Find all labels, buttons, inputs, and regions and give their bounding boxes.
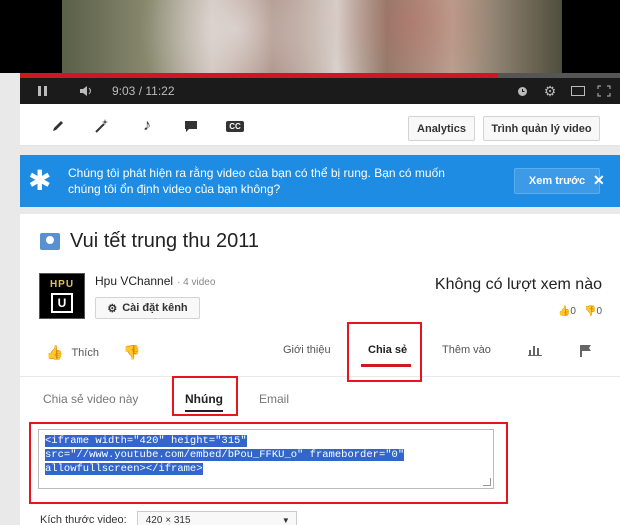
preview-button[interactable]: Xem trước [514, 168, 600, 194]
like-label: Thích [71, 346, 99, 359]
tab-add-to[interactable]: Thêm vào [442, 344, 491, 356]
resize-handle[interactable] [483, 478, 491, 486]
dislike-button[interactable]: 👎 [123, 344, 140, 361]
view-count: Không có lượt xem nào [434, 276, 602, 293]
gear-icon[interactable]: ⚙ [541, 78, 559, 104]
subtab-share-video[interactable]: Chia sẻ video này [43, 392, 138, 406]
thumb-down-icon: 👎 [583, 306, 597, 317]
avatar-logo-mark: U [51, 293, 73, 313]
time-current: 9:03 [112, 84, 136, 98]
subtab-email[interactable]: Email [259, 392, 289, 406]
close-icon[interactable]: ✕ [593, 172, 605, 189]
magic-wand-icon[interactable] [92, 116, 112, 136]
title-row: Vui tết trung thu 2011 [40, 230, 259, 252]
embed-code-line-2: src="//www.youtube.com/embed/bPou_FFKU_o… [45, 449, 405, 461]
video-size-value: 420 × 315 [145, 514, 191, 525]
subtab-embed[interactable]: Nhúng [185, 392, 223, 412]
music-note-icon[interactable]: ♪ [137, 116, 157, 136]
pencil-icon[interactable] [48, 116, 68, 136]
channel-settings-label: Cài đặt kênh [122, 302, 188, 314]
channel-avatar[interactable]: HPU U [39, 273, 85, 319]
channel-settings-button[interactable]: ⚙ Cài đặt kênh [95, 297, 200, 319]
video-owner-icon [40, 232, 60, 250]
video-count: · 4 video [177, 277, 216, 288]
thumb-down-icon: 👎 [123, 344, 141, 360]
edit-toolbar: ♪ CC Analytics Trình quản lý video [20, 104, 620, 146]
notice-message: Chúng tôi phát hiện ra rằng video của bạ… [68, 166, 445, 196]
video-size-select[interactable]: 420 × 315 ▼ [136, 511, 297, 525]
like-button[interactable]: 👍 Thích [46, 344, 99, 361]
video-details-card: Vui tết trung thu 2011 HPU U Hpu VChanne… [20, 214, 620, 525]
dislike-count: 0 [596, 306, 602, 317]
video-manager-button[interactable]: Trình quản lý video [483, 116, 600, 141]
channel-name[interactable]: Hpu VChannel [95, 274, 173, 288]
theater-icon[interactable] [569, 78, 587, 104]
embed-code-field[interactable]: <iframe width="420" height="315" src="//… [38, 429, 494, 489]
like-count: 0 [570, 306, 576, 317]
analytics-button[interactable]: Analytics [408, 116, 475, 141]
embed-code-line-3: allowfullscreen></iframe> [45, 463, 203, 475]
tab-share[interactable]: Chia sẻ [368, 344, 407, 356]
thumb-up-icon: 👍 [46, 344, 64, 360]
video-title: Vui tết trung thu 2011 [70, 229, 260, 252]
volume-icon[interactable] [75, 78, 99, 104]
channel-info: Hpu VChannel · 4 video [95, 274, 215, 288]
thumb-up-icon: 👍 [557, 306, 571, 317]
dislike-stat: 👎0 [584, 306, 602, 317]
video-frame[interactable] [0, 0, 620, 73]
clock-icon[interactable] [514, 78, 530, 104]
time-separator: / [135, 84, 146, 98]
video-thumbnail [62, 0, 562, 73]
video-size-row: Kích thước video: 420 × 315 ▼ [40, 511, 297, 525]
chevron-down-icon: ▼ [281, 515, 290, 525]
embed-code-line-1: <iframe width="420" height="315" [45, 435, 247, 447]
like-stats: 👍0 👎0 [558, 306, 602, 317]
time-total: 11:22 [145, 84, 175, 98]
stats-icon[interactable] [528, 344, 542, 356]
stabilize-notice: ✱ Chúng tôi phát hiện ra rằng video của … [20, 155, 620, 207]
video-size-label: Kích thước video: [40, 514, 127, 525]
gear-icon: ⚙ [107, 302, 118, 315]
tab-about[interactable]: Giới thiệu [283, 344, 331, 356]
pause-icon[interactable] [30, 78, 56, 104]
flag-icon[interactable] [580, 344, 592, 357]
time-display: 9:03 / 11:22 [112, 78, 175, 104]
like-stat: 👍0 [558, 306, 576, 317]
avatar-logo-text: HPU [49, 279, 75, 290]
fullscreen-icon[interactable] [595, 78, 613, 104]
asterisk-icon: ✱ [28, 165, 52, 196]
cc-icon[interactable]: CC [225, 116, 245, 136]
share-subtabs: Chia sẻ video này Nhúng Email [20, 384, 620, 414]
page: { "player": { "time_current": "9:03", "t… [0, 0, 620, 525]
action-bar: 👍 Thích 👎 Giới thiệu Chia sẻ Thêm vào [20, 332, 620, 377]
player-controls: 9:03 / 11:22 ⚙ [20, 78, 620, 104]
share-tab-underline [361, 364, 411, 367]
comment-icon[interactable] [181, 116, 201, 136]
